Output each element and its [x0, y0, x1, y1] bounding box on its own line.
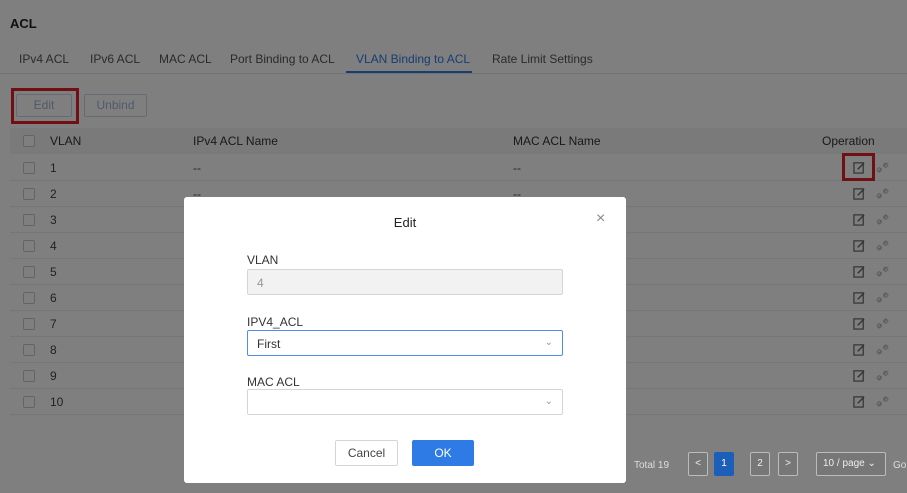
vlan-label: VLAN — [247, 253, 279, 267]
chevron-down-icon: ⌄ — [544, 396, 553, 407]
cancel-button[interactable]: Cancel — [335, 440, 398, 466]
ipv4-acl-label: IPV4_ACL — [247, 315, 304, 329]
page-1-button[interactable]: 1 — [714, 452, 734, 476]
page-size-select[interactable]: 10 / page ⌄ — [816, 452, 886, 476]
edit-dialog: Edit × VLAN 4 IPV4_ACL First ⌄ MAC ACL ⌄… — [184, 197, 626, 483]
go-label: Go — [893, 460, 907, 471]
vlan-field: 4 — [247, 269, 563, 295]
page-2-button[interactable]: 2 — [750, 452, 770, 476]
page-size-value: 10 / page — [823, 458, 865, 469]
chevron-down-icon: ⌄ — [867, 458, 876, 469]
vlan-value: 4 — [257, 276, 264, 290]
next-page-button[interactable]: > — [778, 452, 798, 476]
chevron-down-icon: ⌄ — [544, 337, 553, 348]
pagination-total: Total 19 — [634, 460, 670, 471]
ipv4-acl-select[interactable]: First ⌄ — [247, 330, 563, 356]
prev-page-button[interactable]: < — [688, 452, 708, 476]
mac-acl-label: MAC ACL — [247, 375, 300, 389]
ipv4-acl-value: First — [257, 337, 281, 351]
ok-button[interactable]: OK — [412, 440, 474, 466]
dialog-title: Edit — [393, 215, 417, 230]
close-icon[interactable]: × — [596, 210, 605, 228]
mac-acl-select[interactable]: ⌄ — [247, 389, 563, 415]
